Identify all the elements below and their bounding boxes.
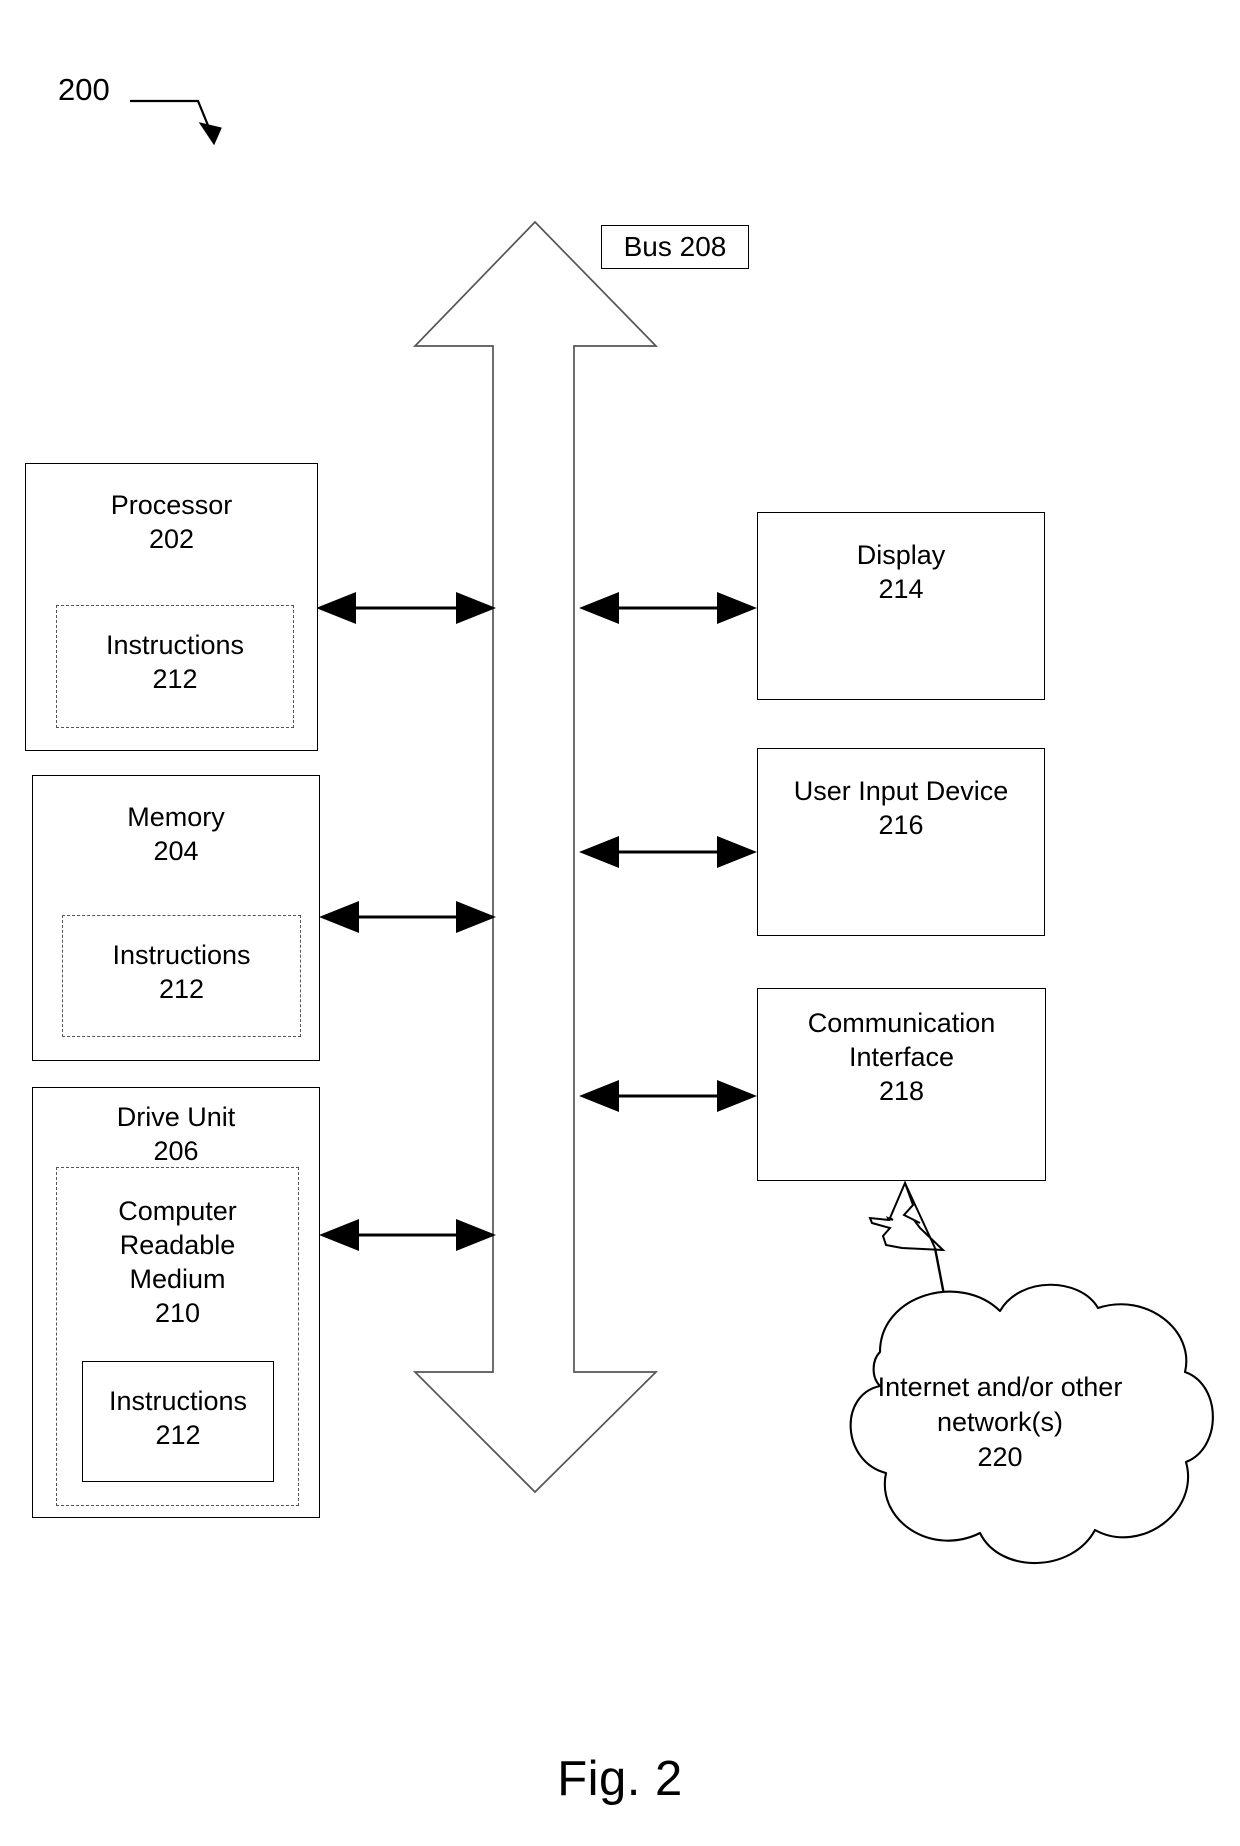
node-memory: Memory 204 Instructions 212 — [32, 775, 320, 1061]
node-memory-instructions: Instructions 212 — [62, 915, 301, 1037]
figure-reference-number: 200 — [58, 72, 110, 107]
node-drive-unit-title: Drive Unit 206 — [116, 1102, 236, 1167]
figure-caption: Fig. 2 — [557, 1752, 683, 1806]
node-communication-interface-title: Communication Interface 218 — [807, 1008, 996, 1107]
patent-figure-page: 200 Bus 208 Processor 202 Instructions 2… — [0, 0, 1240, 1846]
node-display: Display 214 — [757, 512, 1045, 700]
node-processor-title: Processor 202 — [110, 490, 233, 555]
connector-bus-communication-interface — [579, 1080, 757, 1112]
bus-label-box: Bus 208 — [601, 225, 749, 269]
connector-memory-bus — [319, 901, 496, 933]
connector-bus-display — [579, 592, 757, 624]
node-drive-unit: Drive Unit 206 Computer Readable Medium … — [32, 1087, 320, 1518]
connector-bus-user-input-device — [579, 836, 757, 868]
node-processor-instructions-title: Instructions 212 — [105, 630, 245, 695]
node-user-input-device: User Input Device 216 — [757, 748, 1045, 936]
node-memory-instructions-title: Instructions 212 — [112, 940, 251, 1005]
node-computer-readable-medium: Computer Readable Medium 210 Instruction… — [56, 1167, 299, 1506]
connector-processor-bus — [316, 592, 496, 624]
node-user-input-device-title: User Input Device 216 — [793, 776, 1009, 841]
network-cloud-label: Internet and/or other network(s) 220 — [877, 1372, 1123, 1473]
node-memory-title: Memory 204 — [127, 802, 225, 867]
node-processor-instructions: Instructions 212 — [56, 605, 294, 728]
bus-arrow — [412, 220, 659, 1494]
node-communication-interface: Communication Interface 218 — [757, 988, 1046, 1181]
node-display-title: Display 214 — [856, 540, 946, 605]
bus-label: Bus 208 — [623, 231, 727, 262]
node-computer-readable-medium-title: Computer Readable Medium 210 — [118, 1196, 237, 1329]
node-drive-unit-instructions-title: Instructions 212 — [108, 1386, 248, 1451]
connector-drive-unit-bus — [319, 1219, 496, 1251]
wireless-lightning-icon — [868, 1180, 947, 1301]
node-processor: Processor 202 Instructions 212 — [25, 463, 318, 751]
node-drive-unit-instructions: Instructions 212 — [82, 1361, 274, 1482]
